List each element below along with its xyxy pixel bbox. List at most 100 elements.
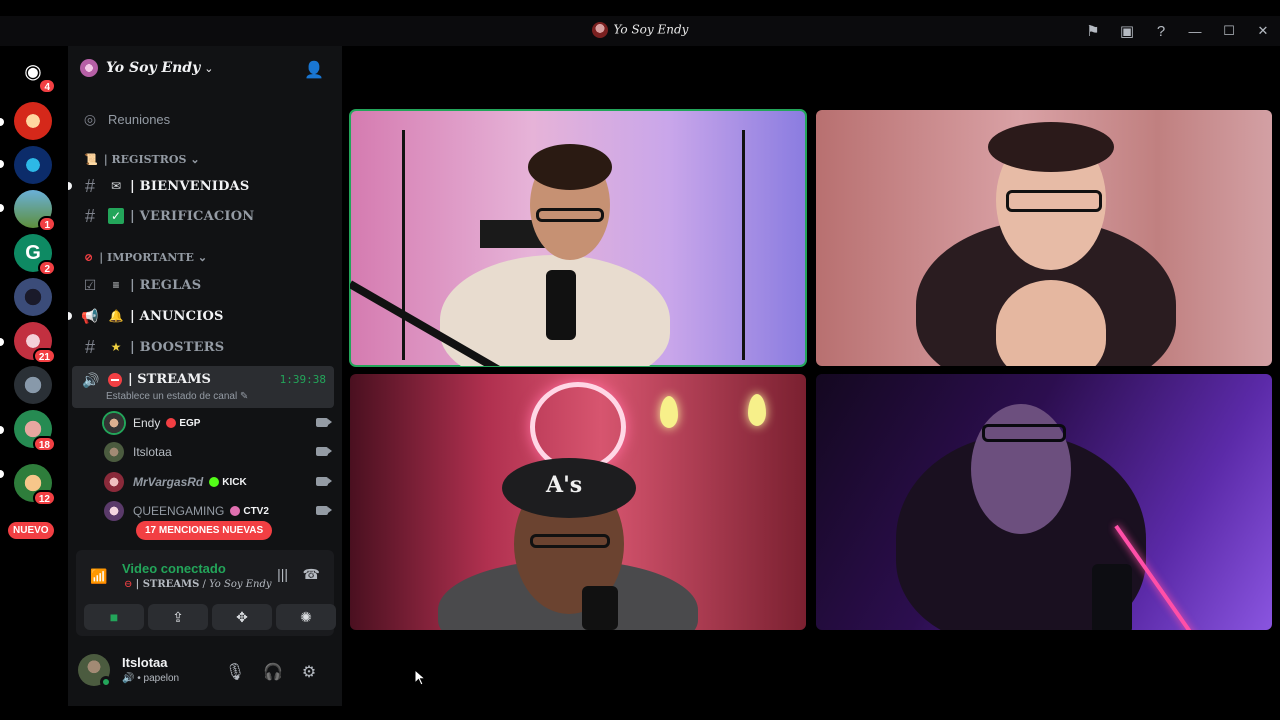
member-tag: CTV2 (230, 506, 269, 517)
server-pip (0, 118, 4, 126)
rules-icon: ☑ (83, 276, 97, 293)
window-title-text: Yo Soy Endy (613, 22, 689, 37)
member-tag: KICK (209, 476, 247, 488)
channel-streams[interactable]: 🔊 | STREAMS 1:39:38 Establece un estado … (72, 366, 334, 408)
server-icon[interactable] (14, 146, 52, 184)
channel-reglas[interactable]: ☑ ≡ | REGLAS (68, 270, 342, 300)
category-registros[interactable]: 📜 | REGISTROS ⌄ (84, 153, 200, 166)
avatar (104, 442, 124, 462)
server-icon[interactable]: 1 (14, 190, 56, 232)
server-badge: 2 (38, 260, 56, 276)
voice-status[interactable]: Video conectado (122, 561, 226, 576)
pencil-icon: ✎ (240, 391, 249, 402)
server-pip (0, 204, 4, 212)
mouse-cursor-icon (414, 669, 427, 686)
avatar (104, 501, 124, 521)
member-name: QUEENGAMING (133, 504, 225, 518)
voice-server-name: Yo Soy Endy (209, 579, 272, 590)
speaker-icon: 🔊 (122, 673, 135, 684)
online-status-icon (100, 676, 112, 688)
server-icon[interactable]: 18 (14, 410, 56, 452)
hash-icon: # (84, 336, 95, 357)
voice-member[interactable]: Endy EGP (104, 410, 332, 436)
title-bar: Yo Soy Endy ⚑ ▣ ? — ☐ ✕ (0, 16, 1280, 46)
video-tile[interactable] (816, 110, 1272, 366)
category-importante[interactable]: ⊘ | IMPORTANTE ⌄ (84, 251, 207, 264)
channel-anuncios[interactable]: 📢 🔔 | ANUNCIOS (68, 301, 342, 331)
no-entry-icon: ⊖ (124, 579, 133, 590)
channel-reuniones[interactable]: ◎ Reuniones (68, 104, 342, 134)
banana-light (748, 394, 766, 426)
check-icon: ✓ (108, 208, 124, 224)
channel-status[interactable]: Establece un estado de canal ✎ (106, 391, 248, 402)
voice-location[interactable]: ⊖ | STREAMS / Yo Soy Endy (124, 579, 272, 590)
server-icon[interactable] (14, 366, 52, 404)
help-icon[interactable]: ? (1144, 16, 1178, 46)
flag-icon[interactable]: ⚑ (1076, 16, 1110, 46)
microphone (546, 270, 576, 340)
headphones-icon[interactable]: 🎧 (260, 662, 286, 682)
voice-member[interactable]: Itslotaa (104, 439, 332, 465)
new-servers-pill[interactable]: NUEVO (8, 522, 54, 539)
glasses (982, 424, 1066, 442)
username[interactable]: Itslotaa (122, 655, 168, 670)
noise-suppression-icon[interactable]: ||| (277, 566, 288, 582)
chevron-down-icon: ⌄ (197, 251, 208, 264)
guild-header[interactable]: Yo Soy Endy ⌄ 👤 (68, 46, 342, 90)
server-pip (0, 426, 4, 434)
server-list: ◉ 4 1 G2 21 18 12 NUEVO (0, 46, 68, 706)
unread-indicator (68, 182, 72, 190)
server-icon[interactable] (14, 102, 52, 140)
video-tile[interactable]: A's (350, 374, 806, 630)
voice-timer: 1:39:38 (279, 373, 326, 386)
channel-label: | REGLAS (130, 277, 202, 293)
microphone-icon[interactable]: 🎙 (222, 662, 248, 682)
channel-status-text: Establece un estado de canal (106, 391, 238, 402)
server-avatar-icon (591, 22, 608, 38)
new-mentions-pill[interactable]: 17 MENCIONES NUEVAS (136, 521, 273, 540)
invite-people-icon[interactable]: 👤 (304, 60, 324, 80)
camera-toggle-button[interactable]: ■ (84, 604, 144, 630)
channel-verificacion[interactable]: # ✓ | VERIFICACION (68, 201, 342, 231)
list-icon: ≡ (112, 278, 120, 292)
server-icon[interactable]: 12 (14, 464, 56, 506)
video-tile[interactable] (349, 109, 807, 367)
tag-icon (230, 506, 241, 516)
user-custom-status: 🔊 • papelon (122, 673, 179, 684)
glasses (530, 534, 610, 548)
megaphone-icon: 📢 (81, 307, 99, 324)
close-icon[interactable]: ✕ (1246, 16, 1280, 46)
activities-button[interactable]: ✥ (212, 604, 272, 630)
member-name: Itslotaa (133, 445, 172, 459)
channel-bienvenidas[interactable]: # ✉ | BIENVENIDAS (68, 171, 342, 201)
channel-label: | ANUNCIOS (130, 308, 224, 324)
inbox-icon[interactable]: ▣ (1110, 16, 1144, 46)
server-icon[interactable]: G2 (14, 234, 56, 276)
unread-indicator (68, 312, 72, 320)
server-icon[interactable]: 21 (14, 322, 56, 364)
glasses (1006, 190, 1102, 212)
video-tile[interactable] (816, 374, 1272, 630)
discord-home-icon[interactable]: ◉ 4 (14, 52, 56, 94)
screen-share-button[interactable]: ⇪ (148, 604, 208, 630)
settings-gear-icon[interactable]: ⚙ (296, 662, 322, 682)
member-tag-text: KICK (222, 476, 247, 488)
channel-label: Reuniones (108, 111, 171, 127)
maximize-icon[interactable]: ☐ (1212, 16, 1246, 46)
minimize-icon[interactable]: — (1178, 16, 1212, 46)
channel-sidebar: Yo Soy Endy ⌄ 👤 ◎ Reuniones 📜 | REGISTRO… (68, 46, 342, 706)
chevron-down-icon: ⌄ (204, 62, 214, 75)
avatar (104, 413, 124, 433)
member-name: MrVargasRd (133, 475, 204, 489)
server-icon[interactable] (14, 278, 52, 316)
signal-icon[interactable]: 📶 (90, 568, 107, 585)
guild-name: Yo Soy Endy (106, 60, 201, 76)
channel-boosters[interactable]: # ★ | BOOSTERS (68, 332, 342, 362)
category-label: | IMPORTANTE (99, 251, 194, 264)
avatar (104, 472, 124, 492)
voice-member[interactable]: MrVargasRd KICK (104, 469, 332, 495)
server-pip (0, 338, 4, 346)
soundboard-button[interactable]: ✺ (276, 604, 336, 630)
microphone (1092, 564, 1132, 630)
disconnect-icon[interactable]: ☎ (303, 566, 320, 583)
